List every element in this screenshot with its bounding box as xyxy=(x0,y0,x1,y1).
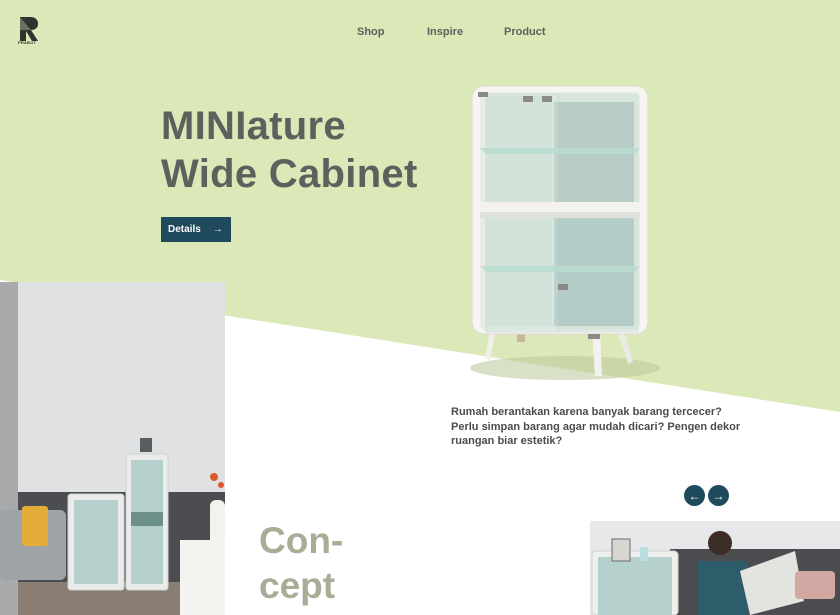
brand-logo-text: PRABOT xyxy=(18,40,37,45)
carousel-prev-button[interactable]: ← xyxy=(684,485,705,506)
nav-inspire[interactable]: Inspire xyxy=(427,26,504,38)
nav-shop[interactable]: Shop xyxy=(357,26,427,38)
carousel-controls: ← → xyxy=(684,485,729,506)
nav-product[interactable]: Product xyxy=(504,26,546,38)
arrow-right-icon: → xyxy=(712,488,725,503)
details-button[interactable]: Details → xyxy=(161,217,231,242)
hero-description: Rumah berantakan karena banyak barang te… xyxy=(451,406,741,447)
cabinet-product-image xyxy=(460,78,670,383)
hero-title-line1: MINIature xyxy=(161,104,346,148)
lifestyle-photo-left xyxy=(0,282,225,615)
arrow-left-icon: ← xyxy=(688,488,701,503)
arrow-right-icon: → xyxy=(212,224,223,235)
hero-title-line2: Wide Cabinet xyxy=(161,152,418,196)
concept-line1: Con- xyxy=(259,520,344,561)
details-label: Details xyxy=(168,224,201,235)
concept-heading: Con- cept xyxy=(259,518,343,608)
carousel-next-button[interactable]: → xyxy=(708,485,729,506)
main-nav: Shop Inspire Product xyxy=(357,26,546,38)
concept-line2: cept xyxy=(259,565,336,606)
lifestyle-photo-right xyxy=(590,521,840,615)
hero-title: MINIature Wide Cabinet xyxy=(161,102,418,198)
